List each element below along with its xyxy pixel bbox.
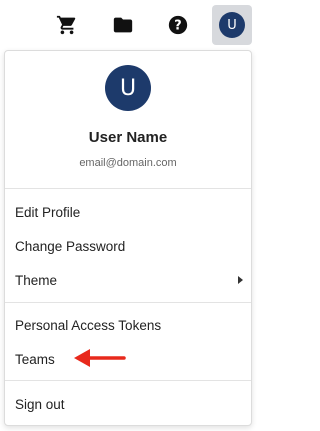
menu-item-change-password[interactable]: Change Password [5, 230, 251, 262]
user-name: User Name [88, 129, 168, 146]
divider [5, 302, 251, 303]
menu-item-theme[interactable]: Theme [5, 264, 251, 296]
menu-item-label: Sign out [15, 396, 65, 412]
profile-section: U User Name email@domain.com [5, 51, 251, 188]
folder-icon[interactable] [104, 6, 142, 44]
user-dropdown-menu: U User Name email@domain.com Edit Profil… [4, 50, 252, 426]
svg-text:?: ? [174, 19, 181, 34]
menu-item-edit-profile[interactable]: Edit Profile [5, 196, 251, 228]
help-icon[interactable]: ? [159, 6, 197, 44]
cart-icon[interactable] [48, 6, 86, 44]
profile-avatar: U [105, 65, 151, 111]
red-arrow-annotation [74, 349, 126, 367]
menu-item-label: Personal Access Tokens [15, 317, 162, 333]
user-menu-button[interactable]: U [212, 5, 252, 45]
menu-item-label: Theme [15, 272, 58, 288]
user-email: email@domain.com [79, 157, 177, 169]
top-bar: ? U [0, 0, 257, 48]
menu-item-label: Teams [15, 351, 55, 367]
caret-right-icon [238, 276, 243, 284]
divider [5, 188, 251, 189]
menu-item-label: Edit Profile [15, 204, 81, 220]
menu-item-teams[interactable]: Teams [5, 343, 251, 375]
menu-item-sign-out[interactable]: Sign out [5, 388, 251, 420]
avatar: U [219, 12, 245, 38]
menu-item-label: Change Password [15, 238, 126, 254]
menu-item-personal-access-tokens[interactable]: Personal Access Tokens [5, 309, 251, 341]
divider [5, 380, 251, 381]
